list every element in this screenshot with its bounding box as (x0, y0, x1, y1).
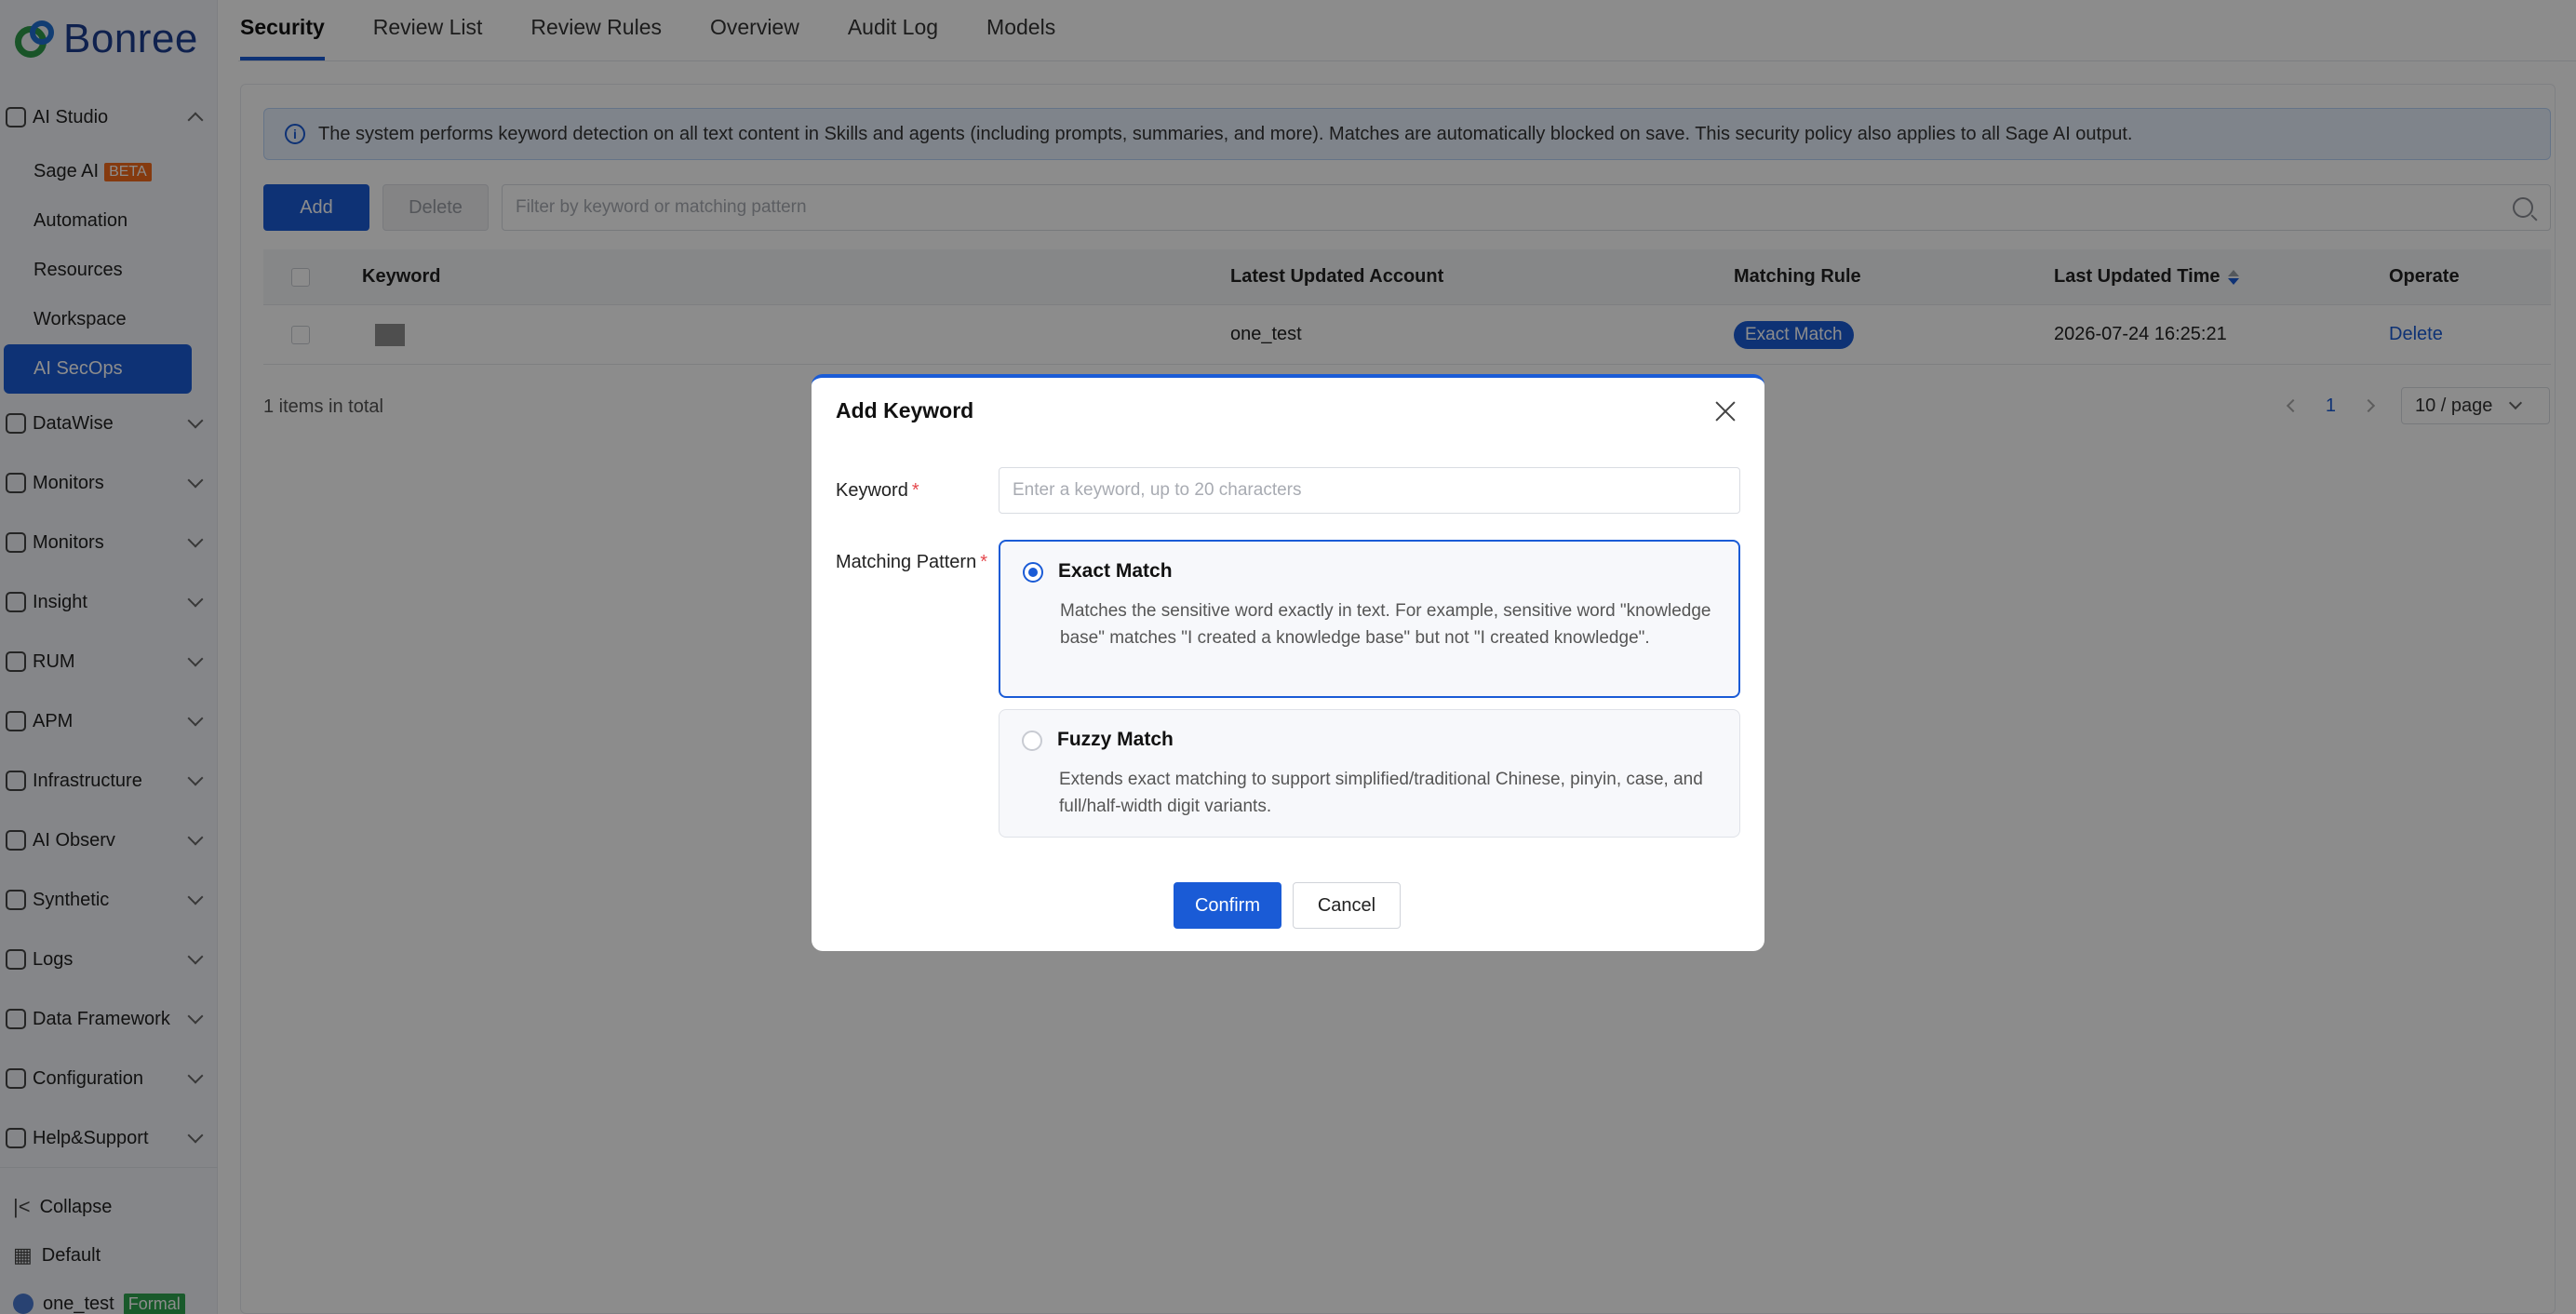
matching-pattern-label-text: Matching Pattern (836, 552, 977, 572)
dialog-title: Add Keyword (836, 398, 974, 422)
exact-match-radio[interactable] (1023, 562, 1043, 583)
option-title: Fuzzy Match (1057, 729, 1174, 750)
fuzzy-match-option[interactable]: Fuzzy Match Extends exact matching to su… (999, 709, 1740, 838)
option-description: Matches the sensitive word exactly in te… (1060, 601, 1711, 648)
keyword-label: Keyword * (836, 480, 919, 502)
keyword-label-text: Keyword (836, 480, 908, 501)
option-title: Exact Match (1058, 560, 1173, 582)
option-description: Extends exact matching to support simpli… (1059, 770, 1703, 816)
required-mark: * (911, 480, 919, 501)
keyword-placeholder: Enter a keyword, up to 20 characters (1013, 480, 1302, 500)
exact-match-option[interactable]: Exact Match Matches the sensitive word e… (999, 540, 1740, 698)
fuzzy-match-radio[interactable] (1022, 731, 1042, 751)
add-keyword-dialog: Add Keyword Keyword * Enter a keyword, up… (812, 374, 1764, 951)
confirm-button[interactable]: Confirm (1174, 882, 1281, 929)
close-icon[interactable] (1712, 398, 1738, 424)
required-mark: * (980, 552, 987, 572)
cancel-button[interactable]: Cancel (1293, 882, 1401, 929)
keyword-input[interactable]: Enter a keyword, up to 20 characters (999, 467, 1740, 514)
matching-pattern-label: Matching Pattern * (836, 552, 987, 573)
